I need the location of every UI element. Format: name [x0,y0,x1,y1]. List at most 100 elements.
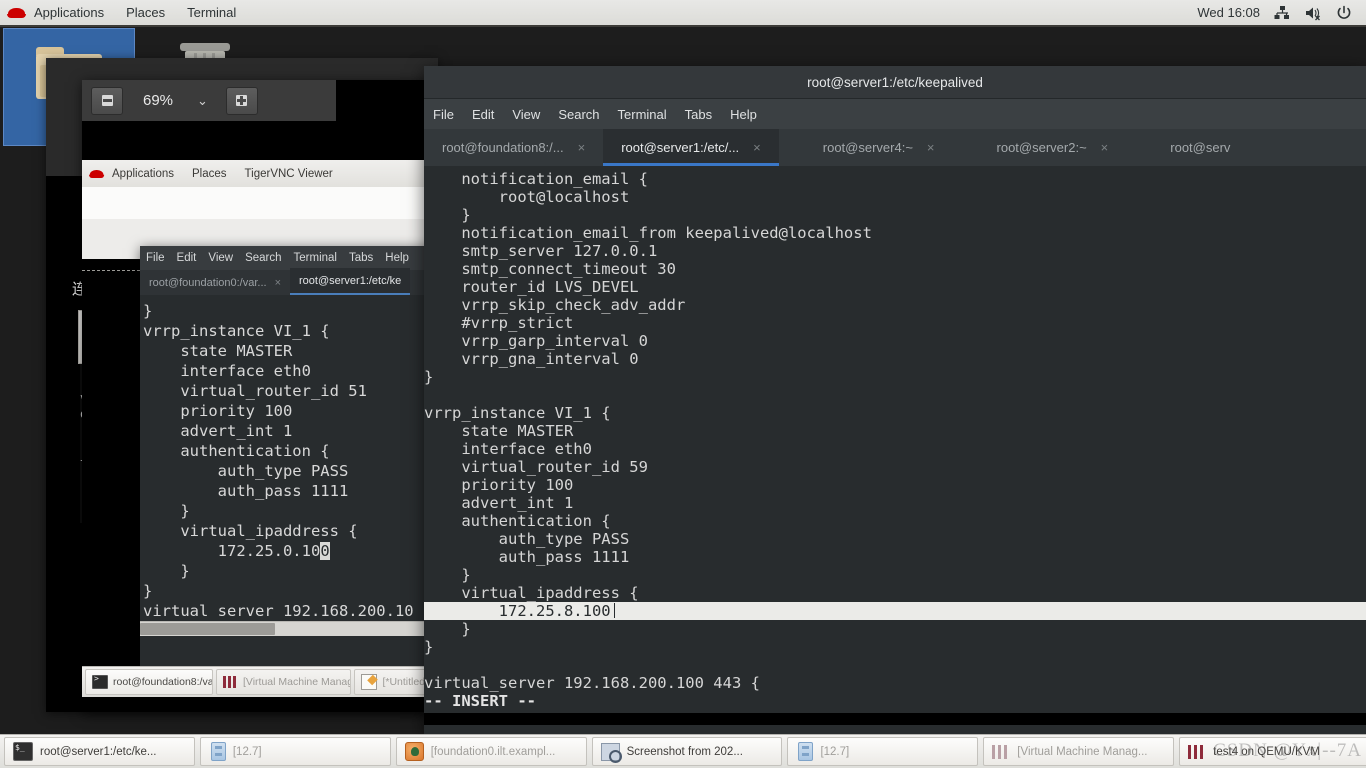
redhat-logo-icon [7,5,27,21]
tab-server1[interactable]: root@server1:/etc/ke [290,268,411,295]
close-icon[interactable]: × [578,140,586,155]
taskbar-label: Screenshot from 202... [626,745,743,758]
menu-view[interactable]: View [202,252,239,264]
secondary-terminal-content[interactable]: } vrrp_instance VI_1 { state MASTER inter… [140,295,440,672]
menu-file[interactable]: File [424,99,463,129]
close-icon[interactable]: × [1101,140,1109,155]
term-line: notification_email_from keepalived@local… [424,224,872,242]
window-title: root@server1:/etc/keepalived [807,74,983,90]
inner-taskbar-item-terminal[interactable]: root@foundation8:/va... [85,669,213,695]
inner-taskbar-item-vmm[interactable]: [Virtual Machine Manag... [215,669,352,695]
term-line: } [424,368,434,386]
t2-line: auth_pass 1111 [143,482,349,500]
menu-terminal[interactable]: Terminal [176,0,247,25]
block-cursor: 0 [320,542,330,560]
tab-server4[interactable]: root@server4:~ × [779,129,953,166]
menu-search[interactable]: Search [239,252,287,264]
secondary-terminal-window[interactable]: File Edit View Search Terminal Tabs Help… [140,246,440,672]
document-icon [361,674,378,690]
menu-help[interactable]: Help [721,99,766,129]
close-icon[interactable]: × [927,140,935,155]
menu-search[interactable]: Search [549,99,608,129]
taskbar-item-test4-vm[interactable]: test4 on QEMU/KVM [1179,737,1366,766]
close-icon[interactable]: × [753,140,761,155]
bottom-taskbar: root@server1:/etc/ke... [12.7] [foundati… [0,734,1366,768]
main-terminal-window[interactable]: root@server1:/etc/keepalived File Edit V… [424,66,1366,735]
power-icon[interactable] [1335,4,1353,22]
menu-places[interactable]: Places [115,0,176,25]
menu-tabs[interactable]: Tabs [343,252,379,264]
tab-server-overflow[interactable]: root@serv [1126,129,1248,166]
menu-file[interactable]: File [140,252,171,264]
inner-menu-places[interactable]: Places [183,168,236,180]
tab-label: root@serv [1170,140,1231,155]
horizontal-scrollbar[interactable]: ◀ [140,621,440,636]
vmm-icon [222,676,238,688]
menu-help[interactable]: Help [379,252,415,264]
t2-ip-text: 172.25.0.10 [143,542,321,560]
menu-view[interactable]: View [503,99,549,129]
term-line: vrrp_instance VI_1 { [424,404,611,422]
tab-foundation8[interactable]: root@foundation8:/... × [424,129,603,166]
menu-edit[interactable]: Edit [171,252,203,264]
taskbar-item-drawer-2[interactable]: [12.7] [787,737,979,766]
term-line: virtual_router_id 59 [424,458,648,476]
t2-line: priority 100 [143,402,293,420]
close-icon[interactable]: × [275,277,281,289]
taskbar-item-vmm[interactable]: [Virtual Machine Manag... [983,737,1175,766]
main-terminal-tabbar: root@foundation8:/... × root@server1:/et… [424,129,1366,166]
scrollbar-thumb[interactable] [140,623,275,635]
terminal-icon [92,674,108,689]
zoom-dropdown-icon[interactable]: ⌄ [197,93,208,109]
term-line: #vrrp_strict [424,314,574,332]
term-line: auth_pass 1111 [424,548,630,566]
tab-label: root@foundation0:/var... [149,276,267,289]
taskbar-item-terminal[interactable]: root@server1:/etc/ke... [4,737,195,766]
menu-terminal[interactable]: Terminal [609,99,676,129]
taskbar-label: test4 on QEMU/KVM [1213,745,1320,758]
zoom-out-button[interactable] [91,86,123,115]
taskbar-item-drawer-1[interactable]: [12.7] [199,737,391,766]
inner-taskbar-label: [Virtual Machine Manag... [242,676,352,688]
term-line: router_id LVS_DEVEL [424,278,639,296]
volume-muted-icon[interactable] [1304,4,1322,22]
menu-applications[interactable]: Applications [23,0,115,25]
screen-root: File [root [root 连接 ver 7.6 (Mai on an x… [0,0,1366,768]
inner-menu-tigervnc[interactable]: TigerVNC Viewer [236,168,342,180]
taskbar-item-screenshot[interactable]: Screenshot from 202... [591,737,783,766]
zoom-toolbar: 69% ⌄ [82,80,336,121]
t2-line: } [143,582,153,600]
t2-line: vrrp_instance VI_1 { [143,322,330,340]
tab-label: root@server1:/etc/... [621,140,740,155]
zoom-in-button[interactable] [225,86,258,115]
term-line: } [424,620,471,638]
taskbar-item-foundation0[interactable]: [foundation0.ilt.exampl... [395,737,587,766]
inner-taskbar-label: root@foundation8:/va... [113,676,213,688]
text-cursor [613,603,615,618]
taskbar-label: [Virtual Machine Manag... [1017,745,1148,758]
clock[interactable]: Wed 16:08 [1197,5,1260,20]
t2-line: virtual server 192.168.200.10 [143,602,414,620]
inner-gnome-topbar: Applications Places TigerVNC Viewer [82,160,430,188]
tab-server1[interactable]: root@server1:/etc/... × [603,129,779,166]
term-line: authentication { [424,512,611,530]
menu-terminal[interactable]: Terminal [288,252,343,264]
terminal-icon [13,742,33,761]
tab-server2[interactable]: root@server2:~ × [953,129,1127,166]
network-icon[interactable] [1273,4,1291,22]
menu-tabs[interactable]: Tabs [676,99,721,129]
inner-taskbar: root@foundation8:/va... [Virtual Machine… [82,666,446,697]
term-line [424,386,1366,404]
tab-label: root@foundation8:/... [442,140,564,155]
menu-edit[interactable]: Edit [463,99,503,129]
term-line: } [424,566,471,584]
main-terminal-content[interactable]: notification_email { root@localhost } no… [424,166,1366,725]
gnome-top-panel: Applications Places Terminal Wed 16:08 [0,0,1366,27]
tab-foundation0[interactable]: root@foundation0:/var... × [140,270,290,295]
t2-line: auth_type PASS [143,462,349,480]
tab-label: root@server4:~ [822,140,913,155]
term-line: virtual_ipaddress { [424,584,639,602]
inner-menu-applications[interactable]: Applications [103,168,183,180]
t2-line: } [143,562,190,580]
t2-line: } [143,502,190,520]
